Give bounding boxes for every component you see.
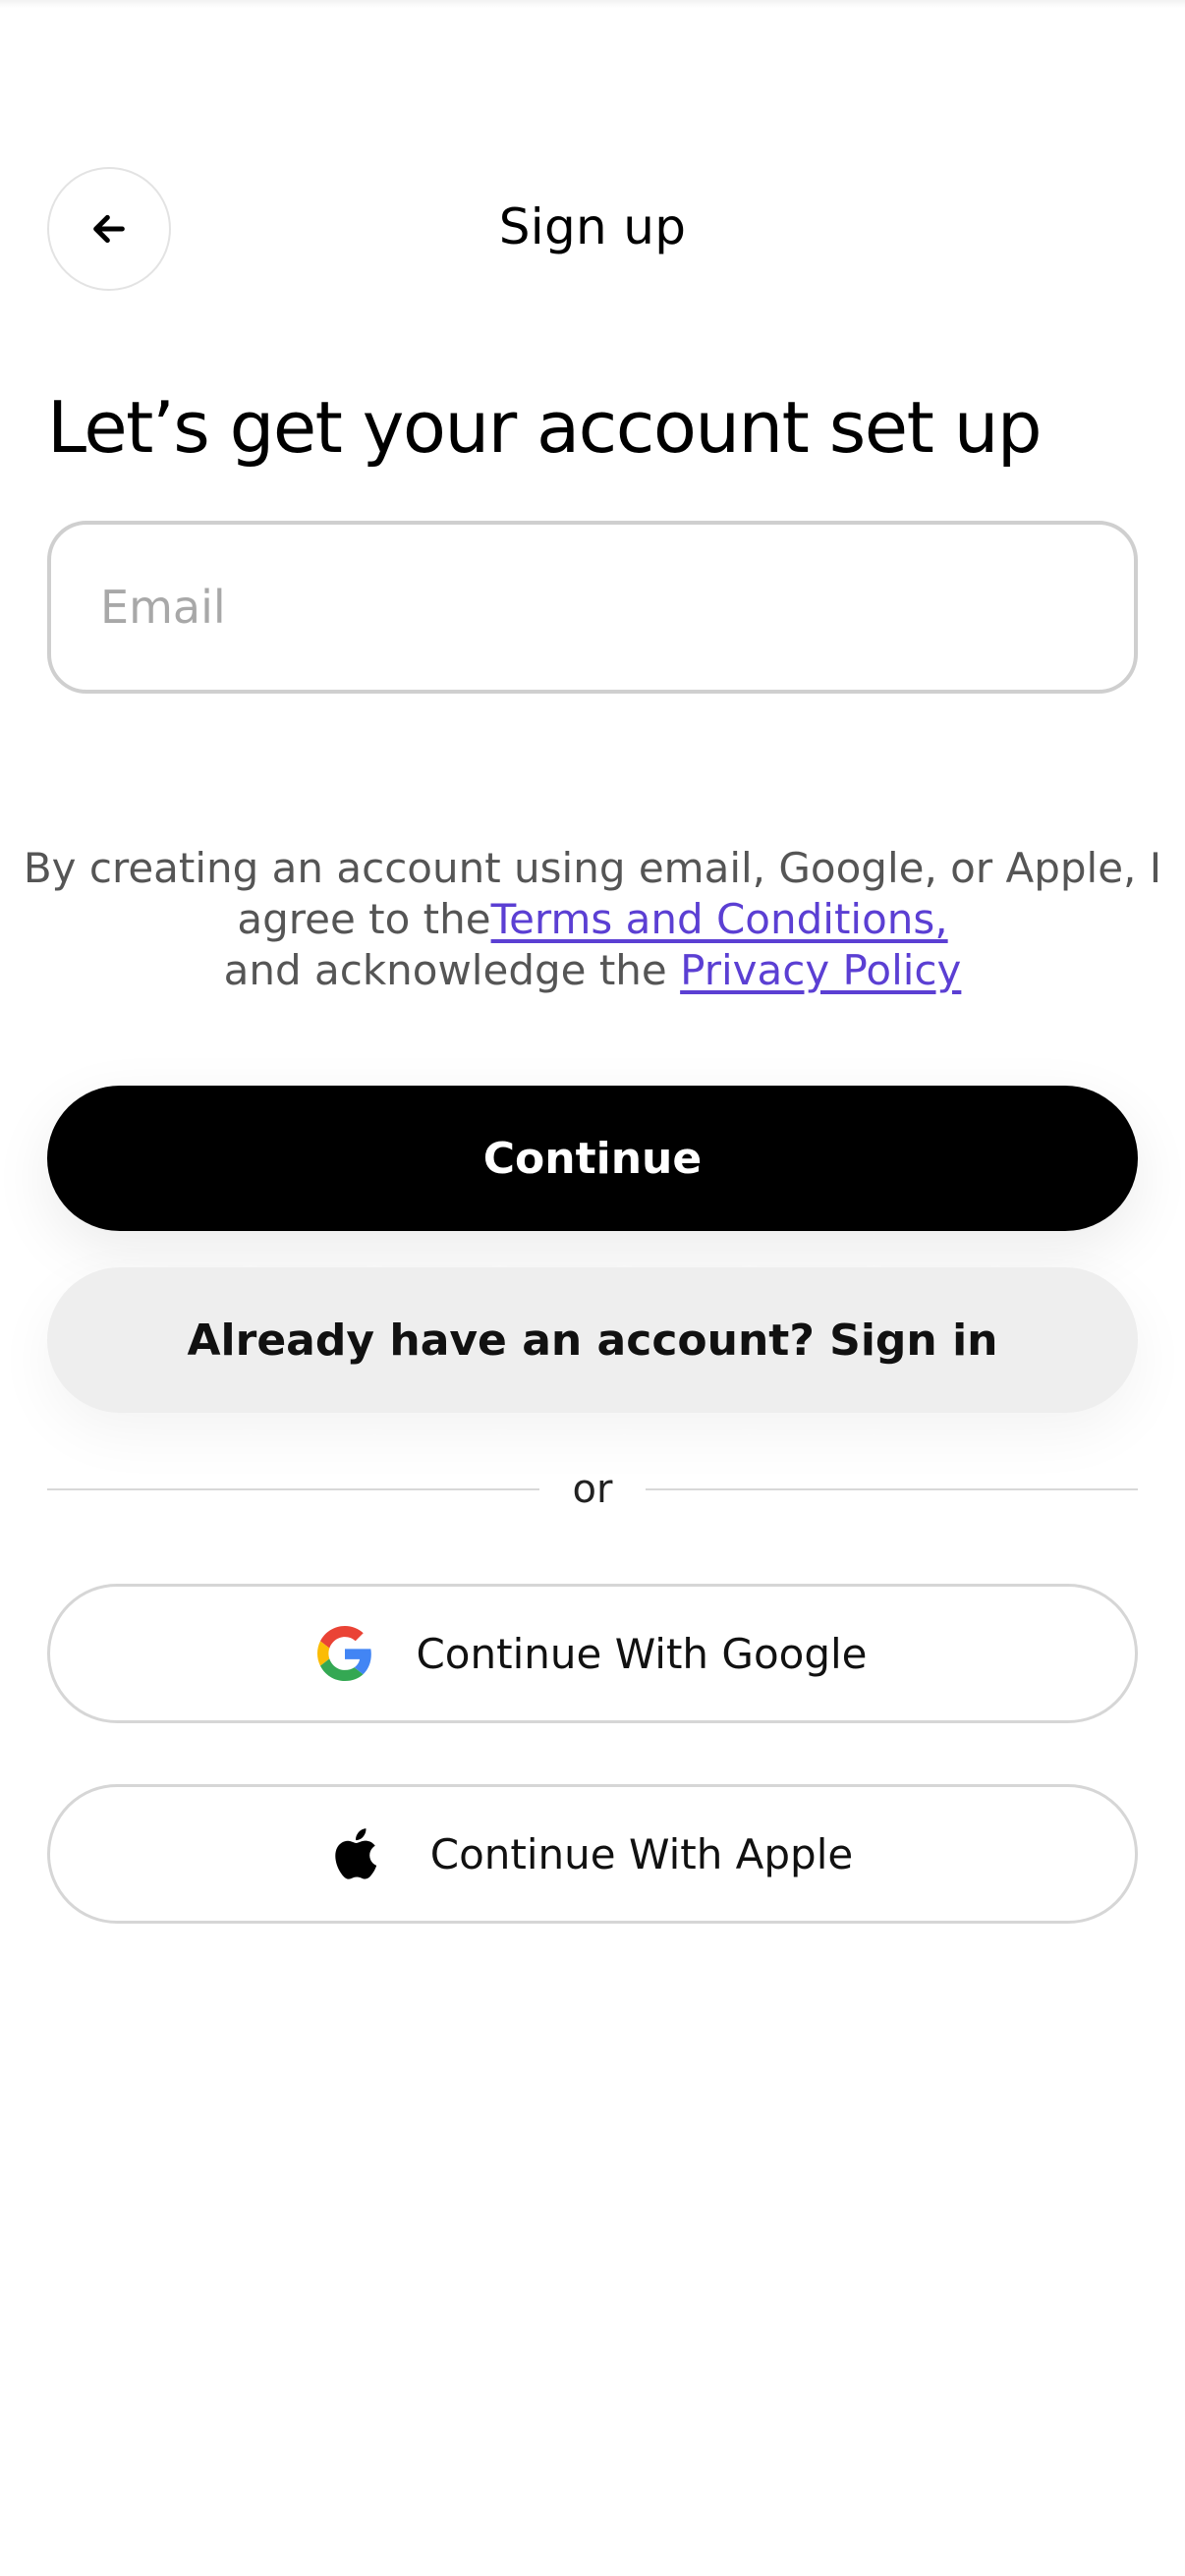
continue-label: Continue <box>482 1133 703 1184</box>
legal-middle: and acknowledge the <box>223 946 667 994</box>
legal-text: By creating an account using email, Goog… <box>0 843 1185 996</box>
divider-line-left <box>47 1488 539 1490</box>
terms-link[interactable]: Terms and Conditions, <box>491 895 948 943</box>
apple-logo-icon <box>332 1826 387 1881</box>
continue-button[interactable]: Continue <box>47 1086 1138 1231</box>
or-label: or <box>572 1467 613 1512</box>
page-title: Sign up <box>498 198 687 255</box>
continue-with-google-button[interactable]: Continue With Google <box>47 1584 1138 1723</box>
privacy-link[interactable]: Privacy Policy <box>680 946 961 994</box>
email-field[interactable] <box>47 521 1138 694</box>
apple-button-label: Continue With Apple <box>429 1829 854 1878</box>
header: Sign up <box>0 167 1185 293</box>
sign-in-button[interactable]: Already have an account? Sign in <box>47 1267 1138 1413</box>
sign-in-label: Already have an account? Sign in <box>187 1315 998 1366</box>
continue-with-apple-button[interactable]: Continue With Apple <box>47 1784 1138 1924</box>
top-shadow <box>0 0 1185 8</box>
google-logo-icon <box>317 1626 372 1681</box>
or-divider: or <box>47 1462 1139 1517</box>
headline: Let’s get your account set up <box>47 386 1043 469</box>
google-button-label: Continue With Google <box>416 1629 868 1678</box>
divider-line-right <box>646 1488 1139 1490</box>
